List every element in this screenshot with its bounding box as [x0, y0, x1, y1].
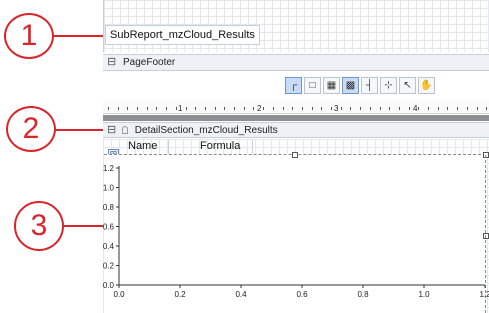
detail-section-label: DetailSection_mzCloud_Results	[134, 125, 278, 136]
pointer-icon: ↖	[403, 80, 412, 91]
snap-lines-icon: ┤	[365, 80, 374, 91]
ruler-label-4: 4	[413, 104, 418, 113]
ruler-tick	[457, 107, 458, 110]
ruler-tick	[418, 107, 419, 110]
empty-chart: 1.2 1.0 0.8 0.6 0.4 0.2 0.00.0 0.2 0.4 0.6 0.8 1.0 1…	[103, 164, 489, 299]
ruler-tick	[321, 107, 322, 110]
x-tick-label: 1.0	[418, 290, 430, 299]
callout-3-number: 3	[30, 209, 48, 242]
toolbar-grid-button[interactable]: ▩	[342, 77, 359, 94]
ruler-tick	[447, 107, 448, 110]
y-tick-label: 0.4	[103, 242, 115, 251]
page-footer-label: PageFooter	[123, 57, 176, 68]
connector-icon: ┌	[289, 80, 298, 91]
callout-1-line	[54, 35, 104, 37]
ruler-tick	[263, 107, 264, 110]
callout-2: 2	[6, 106, 56, 152]
toolbar-pointer-button[interactable]: ↖	[399, 77, 416, 94]
x-tick-label: 0.0	[113, 290, 125, 299]
ruler-tick	[253, 107, 254, 110]
ruler-tick	[399, 107, 400, 110]
callout-3: 3	[14, 201, 64, 251]
toolbar-snap-grid-button[interactable]: ⊹	[380, 77, 397, 94]
subreport-title: SubReport_mzCloud_Results	[110, 29, 255, 41]
detail-collapse-icon[interactable]: ⊟	[107, 124, 116, 136]
page-footer-header[interactable]: ⊟ PageFooter	[103, 54, 489, 71]
ruler-tick	[341, 107, 342, 110]
y-tick-label: 0.8	[103, 203, 115, 212]
toolbar-hand-button[interactable]: ✋	[418, 77, 435, 94]
x-tick-label: 1.2	[479, 290, 489, 299]
ruler-tick	[224, 107, 225, 110]
grid-icon: ▩	[345, 80, 356, 91]
callout-2-line	[56, 129, 104, 131]
y-tick-label: 0.2	[103, 262, 115, 271]
ruler-tick	[409, 107, 410, 110]
ruler-tick	[389, 107, 390, 110]
ruler-tick	[273, 107, 274, 110]
ruler-tick	[428, 107, 429, 110]
y-tick-label: 1.0	[103, 184, 115, 193]
ruler-tick	[302, 107, 303, 110]
y-tick-label: 0.0	[103, 281, 115, 290]
toolbar-rectangle-button[interactable]: □	[304, 77, 321, 94]
ruler-tick	[244, 107, 245, 110]
hand-icon: ✋	[420, 80, 433, 91]
callout-2-number: 2	[22, 112, 40, 145]
ruler-tick	[350, 107, 351, 110]
ruler-tick	[380, 107, 381, 110]
ruler-tick	[147, 107, 148, 110]
ruler-tick	[137, 107, 138, 110]
ruler-tick	[370, 107, 371, 110]
y-tick-label: 1.2	[103, 164, 115, 173]
ruler-tick	[186, 107, 187, 110]
ruler-tick	[166, 107, 167, 110]
ruler-label-3: 3	[334, 104, 339, 113]
x-tick-label: 0.8	[357, 290, 369, 299]
detail-section-header[interactable]: ⊟ DetailSection_mzCloud_Results	[103, 122, 489, 138]
x-tick-label: 0.2	[174, 290, 186, 299]
toolbar-snap-lines-button[interactable]: ┤	[361, 77, 378, 94]
ruler-tick	[331, 107, 332, 110]
column-divider	[168, 140, 169, 154]
ruler-tick	[438, 107, 439, 110]
y-tick-label: 0.6	[103, 223, 115, 232]
subreport-title-box[interactable]: SubReport_mzCloud_Results	[105, 25, 260, 45]
column-header-name[interactable]: Name	[128, 140, 157, 152]
column-header-formula[interactable]: Formula	[200, 140, 240, 152]
ruler-tick	[195, 107, 196, 110]
ruler-tick	[127, 107, 128, 110]
ruler	[103, 100, 489, 114]
x-tick-label: 0.6	[296, 290, 308, 299]
ruler-tick	[234, 107, 235, 110]
snap-grid-icon: ⊹	[384, 80, 393, 91]
ruler-tick	[118, 107, 119, 110]
separator-bar	[103, 115, 489, 121]
column-divider-2	[252, 140, 253, 154]
ruler-tick	[108, 107, 109, 110]
ruler-tick	[467, 107, 468, 110]
ruler-tick	[215, 107, 216, 110]
ruler-tick	[312, 107, 313, 110]
ruler-tick	[292, 107, 293, 110]
toolbar-table-button[interactable]: ▦	[323, 77, 340, 94]
table-icon: ▦	[326, 80, 337, 91]
ruler-tick	[360, 107, 361, 110]
callout-3-line	[64, 225, 104, 227]
ruler-tick	[176, 107, 177, 110]
rectangle-icon: □	[309, 80, 316, 91]
ruler-tick	[156, 107, 157, 110]
ruler-tick	[283, 107, 284, 110]
ruler-tick	[486, 107, 487, 110]
ruler-label-1: 1	[178, 104, 183, 113]
callout-1: 1	[4, 13, 54, 59]
ruler-tick	[205, 107, 206, 110]
ruler-tick	[477, 107, 478, 110]
toolbar-connector-button[interactable]: ┌	[285, 77, 302, 94]
x-tick-label: 0.4	[235, 290, 247, 299]
page-footer-collapse-icon[interactable]: ⊟	[107, 56, 116, 68]
detail-lock-icon	[122, 126, 128, 134]
ruler-label-2: 2	[257, 104, 262, 113]
callout-1-number: 1	[20, 19, 38, 52]
